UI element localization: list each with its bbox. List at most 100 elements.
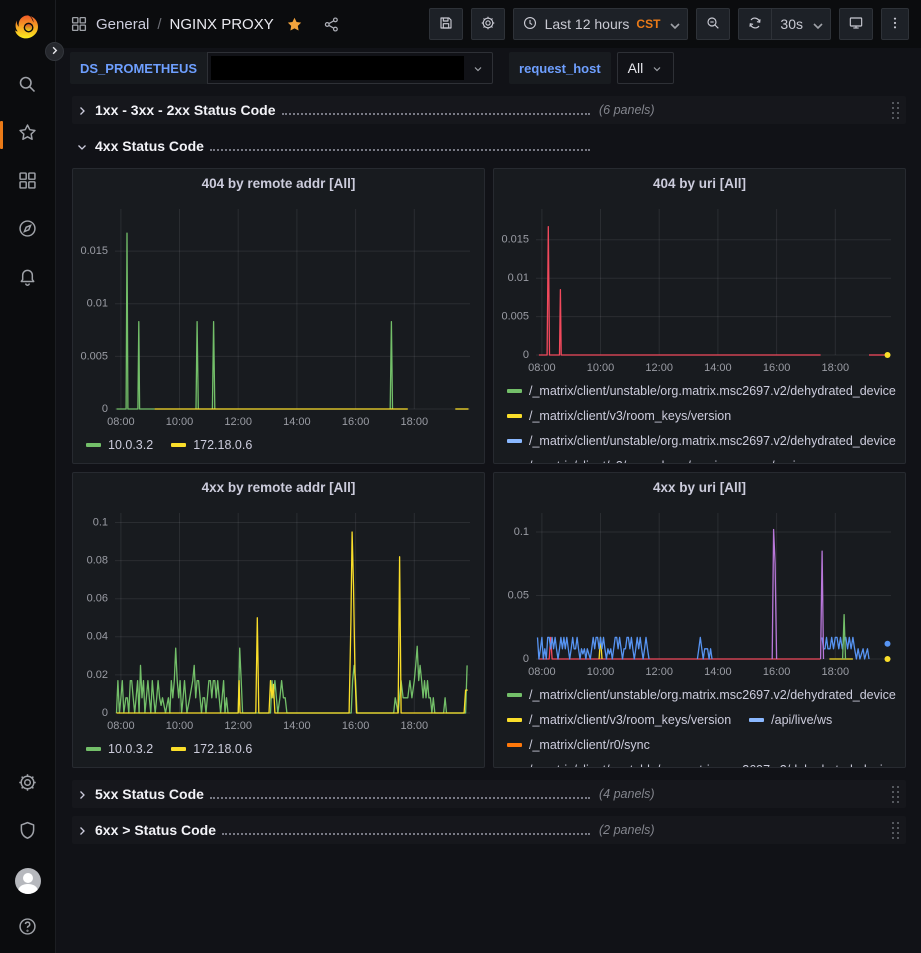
legend-item[interactable]: /_matrix/client/v3/room_keys/version	[507, 403, 731, 428]
panel-404-by-remote-addr: 404 by remote addr [All] 00.0050.010.015…	[72, 168, 485, 464]
row-title: 4xx Status Code	[95, 138, 204, 154]
dashboard-settings-button[interactable]	[471, 8, 505, 40]
row-header-1xx-3xx-2xx[interactable]: 1xx - 3xx - 2xx Status Code (6 panels)	[72, 96, 906, 124]
chart-canvas[interactable]: 00.050.108:0010:0012:0014:0016:0018:00	[494, 501, 905, 681]
row-header-6xx[interactable]: 6xx > Status Code (2 panels)	[72, 816, 906, 844]
timeseries-chart[interactable]: 00.050.108:0010:0012:0014:0016:0018:00	[494, 501, 905, 681]
series-color-swatch	[507, 389, 522, 393]
chart-canvas[interactable]: 00.020.040.060.080.108:0010:0012:0014:00…	[73, 501, 484, 735]
refresh-icon	[747, 15, 763, 34]
time-range-picker[interactable]: Last 12 hours CST	[513, 8, 689, 40]
sidebar-item-dashboards[interactable]	[0, 159, 56, 207]
breadcrumb-section[interactable]: General	[96, 16, 149, 33]
star-icon	[17, 122, 38, 148]
legend-item[interactable]: 172.18.0.6	[171, 432, 252, 457]
legend-item[interactable]: 172.18.0.6	[171, 736, 252, 761]
row-header-5xx[interactable]: 5xx Status Code (4 panels)	[72, 780, 906, 808]
refresh-interval-dropdown[interactable]: 30s	[772, 8, 831, 40]
series-color-swatch	[171, 747, 186, 751]
legend-item[interactable]: /_matrix/client/unstable/org.matrix.msc2…	[507, 378, 896, 403]
save-dashboard-button[interactable]	[429, 8, 463, 40]
timeseries-chart[interactable]: 00.0050.010.01508:0010:0012:0014:0016:00…	[73, 197, 484, 431]
y-axis-tick: 0.02	[87, 669, 108, 681]
dashboards-grid-icon	[17, 170, 38, 196]
variable-value-ds-prometheus[interactable]	[207, 52, 493, 84]
x-axis-tick: 18:00	[822, 666, 850, 678]
dotted-leader	[210, 789, 590, 799]
sidebar-item-alerting[interactable]	[0, 255, 56, 303]
legend-label: /_matrix/client/unstable/org.matrix.msc2…	[529, 434, 896, 448]
x-axis-tick: 10:00	[166, 720, 194, 732]
time-range-label: Last 12 hours	[545, 16, 630, 32]
legend-item[interactable]: /_matrix/client/v3/room_keys/version	[507, 453, 731, 463]
panel-legend: 10.0.3.2 172.18.0.6	[73, 431, 484, 457]
timeseries-chart[interactable]: 00.0050.010.01508:0010:0012:0014:0016:00…	[494, 197, 905, 377]
legend-item[interactable]: /sw.js	[749, 453, 802, 463]
x-axis-tick: 18:00	[401, 720, 429, 732]
panel-title[interactable]: 4xx by uri [All]	[494, 473, 905, 501]
x-axis-tick: 08:00	[528, 666, 556, 678]
legend-item[interactable]: 10.0.3.2	[86, 736, 153, 761]
legend-item[interactable]: /_matrix/client/unstable/org.matrix.msc2…	[507, 428, 896, 453]
panel-title[interactable]: 404 by uri [All]	[494, 169, 905, 197]
tv-mode-button[interactable]	[839, 8, 873, 40]
row-drag-handle[interactable]	[891, 785, 900, 804]
share-icon[interactable]	[323, 16, 340, 33]
sidebar-item-explore[interactable]	[0, 207, 56, 255]
chart-canvas[interactable]: 00.0050.010.01508:0010:0012:0014:0016:00…	[73, 197, 484, 431]
grafana-logo[interactable]	[14, 13, 42, 41]
dashboard-title[interactable]: NGINX PROXY	[170, 16, 274, 33]
y-axis-tick: 0	[523, 349, 529, 361]
legend-label: /_matrix/client/v3/room_keys/version	[529, 459, 731, 464]
refresh-button[interactable]	[738, 8, 772, 40]
chevron-right-icon	[49, 43, 60, 61]
top-navigation: General / NGINX PROXY Last 12 hours CST	[56, 0, 921, 48]
favorite-star-icon[interactable]	[286, 16, 303, 33]
legend-item[interactable]: /_matrix/client/unstable/org.matrix.msc2…	[507, 757, 896, 767]
toolbar: Last 12 hours CST 30s	[429, 8, 909, 40]
sidebar-item-server-admin[interactable]	[0, 809, 56, 857]
chevron-right-icon	[76, 788, 88, 800]
y-axis-tick: 0.015	[501, 234, 529, 246]
x-axis-tick: 16:00	[763, 362, 791, 374]
chart-canvas[interactable]: 00.0050.010.01508:0010:0012:0014:0016:00…	[494, 197, 905, 377]
sidebar-item-profile[interactable]	[0, 857, 56, 905]
timeseries-chart[interactable]: 00.020.040.060.080.108:0010:0012:0014:00…	[73, 501, 484, 735]
legend-label: /_matrix/client/r0/sync	[529, 738, 650, 752]
legend-item[interactable]: /_matrix/client/v3/room_keys/version	[507, 707, 731, 732]
panel-legend: /_matrix/client/unstable/org.matrix.msc2…	[494, 377, 905, 463]
breadcrumb-separator: /	[157, 16, 161, 33]
y-axis-tick: 0.005	[80, 350, 108, 362]
sidebar-item-configuration[interactable]	[0, 761, 56, 809]
legend-label: /_matrix/client/v3/room_keys/version	[529, 409, 731, 423]
panels-grid: 404 by remote addr [All] 00.0050.010.015…	[72, 168, 906, 768]
panel-title[interactable]: 404 by remote addr [All]	[73, 169, 484, 197]
panel-title[interactable]: 4xx by remote addr [All]	[73, 473, 484, 501]
legend-item[interactable]: 10.0.3.2	[86, 432, 153, 457]
save-icon	[438, 15, 454, 34]
sidebar-expand-button[interactable]	[45, 42, 64, 61]
bell-icon	[17, 266, 38, 292]
zoom-out-time-button[interactable]	[696, 8, 730, 40]
dotted-leader	[210, 141, 590, 151]
kebab-menu-button[interactable]	[881, 8, 909, 40]
legend-item[interactable]: /_matrix/client/unstable/org.matrix.msc2…	[507, 682, 896, 707]
row-panel-count: (6 panels)	[599, 103, 655, 117]
variable-value-request-host[interactable]: All	[617, 52, 675, 84]
request-host-value: All	[628, 60, 644, 76]
legend-item[interactable]: /api/live/ws	[749, 707, 832, 732]
timezone-label: CST	[636, 17, 660, 31]
legend-label: /_matrix/client/unstable/org.matrix.msc2…	[529, 688, 896, 702]
chevron-down-icon	[651, 62, 663, 74]
sidebar-item-search[interactable]	[0, 63, 56, 111]
panel-legend: 10.0.3.2 172.18.0.6	[73, 735, 484, 761]
chevron-right-icon	[76, 824, 88, 836]
x-axis-tick: 14:00	[704, 666, 732, 678]
y-axis-tick: 0.05	[508, 589, 529, 601]
row-drag-handle[interactable]	[891, 101, 900, 120]
row-drag-handle[interactable]	[891, 821, 900, 840]
row-header-4xx[interactable]: 4xx Status Code	[72, 132, 906, 160]
legend-item[interactable]: /_matrix/client/r0/sync	[507, 732, 650, 757]
sidebar-item-help[interactable]	[0, 905, 56, 953]
sidebar-item-starred[interactable]	[0, 111, 56, 159]
